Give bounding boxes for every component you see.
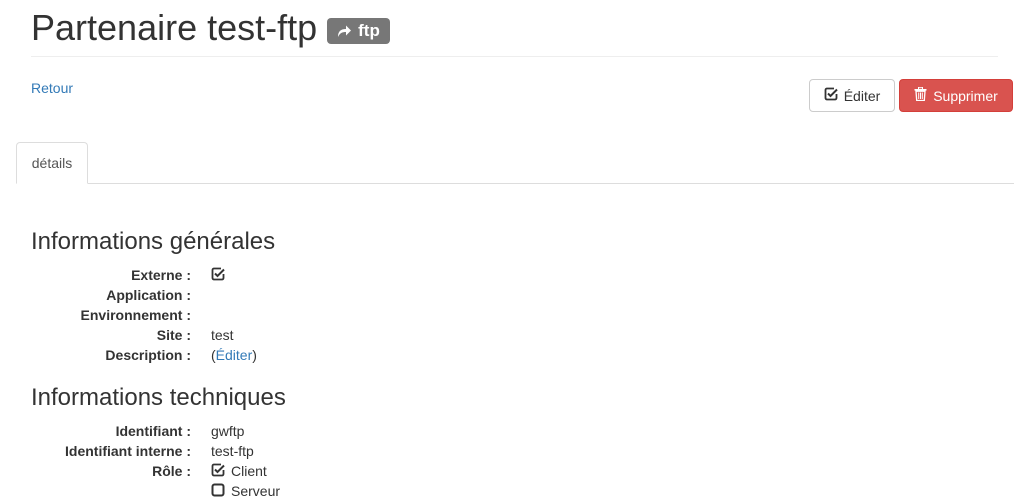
- field-row-externe: Externe :: [0, 265, 1021, 285]
- field-value-description: (Éditer): [211, 347, 257, 363]
- field-row-role-serveur: Serveur: [0, 481, 1021, 501]
- field-value-identifiant-interne: test-ftp: [211, 443, 254, 459]
- delete-button[interactable]: Supprimer: [899, 79, 1013, 112]
- field-label-externe: Externe :: [131, 267, 191, 283]
- field-row-description: Description : (Éditer): [0, 345, 1021, 365]
- field-label-identifiant-interne: Identifiant interne :: [65, 443, 191, 459]
- edit-button[interactable]: Éditer: [809, 79, 895, 112]
- delete-button-label: Supprimer: [933, 87, 998, 104]
- field-label-role: Rôle :: [152, 463, 191, 479]
- trash-icon: [914, 86, 927, 104]
- field-value-site: test: [211, 327, 234, 343]
- role-option-client-label: Client: [231, 463, 267, 479]
- tab-details[interactable]: détails: [16, 142, 88, 184]
- field-label-site: Site :: [156, 327, 191, 343]
- page-title: Partenaire test-ftp: [31, 7, 318, 48]
- technical-info-heading: Informations techniques: [31, 384, 286, 411]
- edit-check-icon: [824, 87, 838, 104]
- field-row-identifiant-interne: Identifiant interne : test-ftp: [0, 441, 1021, 461]
- role-option-serveur: Serveur: [211, 483, 280, 500]
- field-label-identifiant: Identifiant :: [115, 423, 191, 439]
- field-row-site: Site : test: [0, 325, 1021, 345]
- tabs-divider: [16, 183, 1014, 184]
- edit-button-label: Éditer: [843, 87, 881, 104]
- share-arrow-icon: [337, 24, 352, 38]
- field-label-environnement: Environnement :: [80, 307, 191, 323]
- description-edit-link[interactable]: Éditer: [216, 347, 253, 363]
- role-option-client: Client: [211, 463, 267, 480]
- back-link[interactable]: Retour: [31, 79, 73, 97]
- field-row-environnement: Environnement :: [0, 305, 1021, 325]
- field-value-identifiant: gwftp: [211, 423, 245, 439]
- description-paren-close: ): [252, 347, 257, 363]
- field-label-application: Application :: [106, 287, 191, 303]
- field-label-description: Description :: [105, 347, 191, 363]
- title-divider: [31, 56, 998, 57]
- unchecked-icon: [211, 483, 225, 500]
- checked-icon: [211, 267, 225, 284]
- page-header: Partenaire test-ftp ftp: [31, 6, 390, 50]
- general-info-heading: Informations générales: [31, 228, 276, 255]
- role-option-serveur-label: Serveur: [231, 483, 281, 499]
- protocol-badge-label: ftp: [358, 21, 380, 40]
- field-row-application: Application :: [0, 285, 1021, 305]
- field-row-identifiant: Identifiant : gwftp: [0, 421, 1021, 441]
- field-row-role: Rôle : Client: [0, 461, 1021, 481]
- protocol-badge: ftp: [327, 18, 390, 44]
- checked-icon: [211, 463, 225, 480]
